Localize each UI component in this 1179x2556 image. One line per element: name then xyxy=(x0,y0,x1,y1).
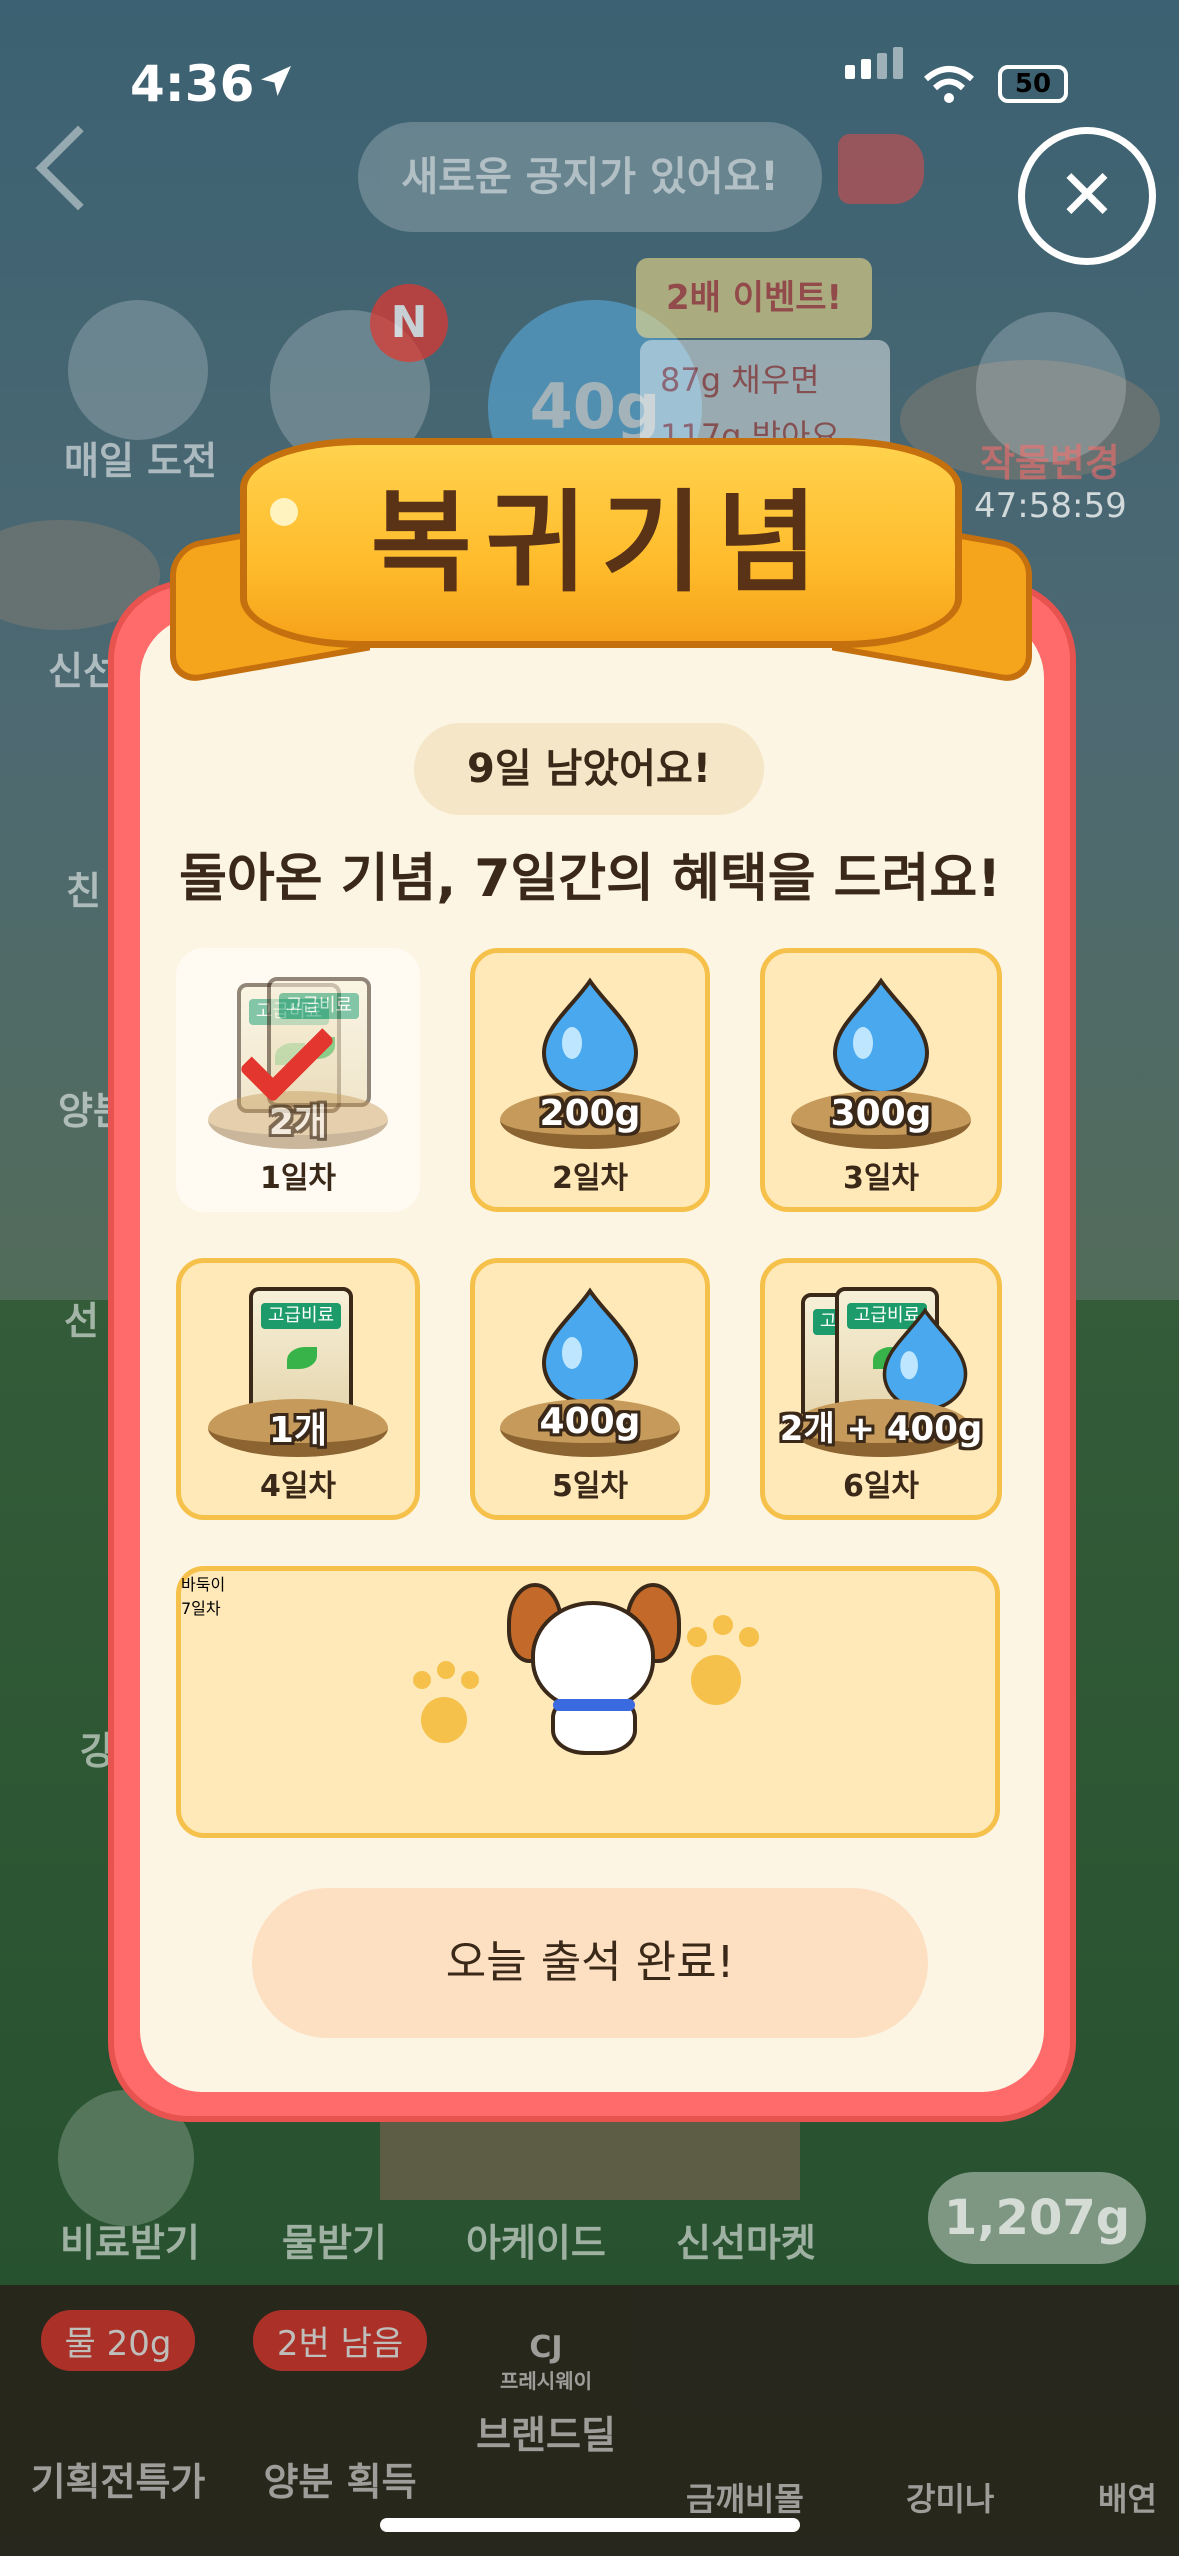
reward-day: 2일차 xyxy=(551,1161,629,1196)
home-indicator xyxy=(380,2518,800,2532)
reward-card-day5: 400g 5일차 xyxy=(470,1258,710,1520)
water-drop-icon xyxy=(541,977,639,1095)
side-label: 선 xyxy=(64,1299,99,1343)
attendance-complete-button[interactable]: 오늘 출석 완료! xyxy=(252,1888,928,2038)
reward-amount: 1개 xyxy=(268,1410,328,1451)
new-badge: N xyxy=(370,284,448,362)
tab-label: 브랜드딜 xyxy=(476,2413,616,2457)
location-arrow-icon xyxy=(261,66,291,96)
reward-amount: 200g xyxy=(539,1093,641,1134)
reward-card-day7: 바둑이 7일차 xyxy=(176,1566,1000,1838)
fertilizer-bag-icon: 고급비료 xyxy=(249,1287,353,1417)
tab-nutrient[interactable]: 2번 남음 양분 획득 xyxy=(240,2310,440,2506)
reward-card-day3: 300g 3일차 xyxy=(760,948,1002,1212)
days-left-badge: 9일 남았어요! xyxy=(414,723,764,815)
paw-toe xyxy=(687,1627,707,1647)
event-title: 2배 이벤트! xyxy=(636,258,872,338)
megaphone-icon[interactable] xyxy=(838,134,924,204)
reward-card-day6: 고급비료 고급비료 2개 + 400g 6일차 xyxy=(760,1258,1002,1520)
dog-collar xyxy=(553,1699,635,1711)
side-label: 친 xyxy=(66,869,101,913)
paw-toe xyxy=(739,1627,759,1647)
reward-day: 1일차 xyxy=(259,1161,337,1196)
reward-amount: 2개 xyxy=(268,1102,328,1143)
battery-icon: 50 xyxy=(998,65,1068,103)
reward-day: 3일차 xyxy=(842,1161,920,1196)
reward-card-day4: 고급비료 1개 4일차 xyxy=(176,1258,420,1520)
tab-label[interactable]: 강미나 xyxy=(906,2474,994,2520)
water-total: 1,207g xyxy=(928,2172,1146,2264)
reward-day: 6일차 xyxy=(842,1469,920,1504)
water-drop-icon xyxy=(832,977,930,1095)
reward-amount: 2개 + 400g xyxy=(779,1409,983,1449)
status-time: 4:36 xyxy=(130,55,255,113)
paw-toe xyxy=(713,1615,733,1635)
reward-amount: 바둑이 xyxy=(181,1575,226,1594)
puppy-icon xyxy=(531,1601,655,1711)
modal-subtitle: 돌아온 기념, 7일간의 혜택을 드려요! xyxy=(179,849,1001,909)
reward-card-day2: 200g 2일차 xyxy=(470,948,710,1212)
paw-toe xyxy=(437,1661,455,1679)
tab-badge: 2번 남음 xyxy=(252,2310,428,2371)
bag-label: 고급비료 xyxy=(261,1303,341,1329)
bottom-action-label[interactable]: 물받기 xyxy=(282,2212,387,2267)
tab-badge: 물 20g xyxy=(40,2310,196,2371)
water-drop-icon xyxy=(541,1287,639,1405)
tab-label: 기획전특가 xyxy=(30,2460,206,2504)
reward-card-day1: 고급비료 고급비료 2개 1일차 xyxy=(176,948,420,1212)
status-bar: 4:36 50 xyxy=(0,47,1179,115)
paw-toe xyxy=(461,1671,479,1689)
reward-amount: 300g xyxy=(830,1093,932,1134)
reward-day: 4일차 xyxy=(259,1469,337,1504)
notice-pill[interactable]: 새로운 공지가 있어요! xyxy=(358,122,822,232)
tab-special-sale[interactable]: 물 20g 기획전특가 xyxy=(28,2310,208,2506)
reward-day: 5일차 xyxy=(551,1469,629,1504)
brand-sub: 프레시웨이 xyxy=(500,2369,592,2393)
tab-label: 양분 획득 xyxy=(263,2460,417,2504)
event-line: 87g 채우면 xyxy=(660,361,820,399)
bottom-action-label[interactable]: 신선마켓 xyxy=(676,2212,816,2267)
brand-logo: CJ xyxy=(529,2330,563,2365)
water-drop-icon xyxy=(882,1307,968,1411)
tab-label[interactable]: 금깨비몰 xyxy=(686,2474,804,2520)
paw-toe xyxy=(413,1671,431,1689)
modal-title: 복귀기념 xyxy=(370,479,832,607)
tab-label[interactable]: 배연 xyxy=(1098,2474,1157,2520)
bottom-action-label[interactable]: 비료받기 xyxy=(60,2212,200,2267)
close-button[interactable]: ✕ xyxy=(1018,127,1156,265)
reward-amount: 400g xyxy=(539,1401,641,1442)
paw-icon xyxy=(691,1655,741,1705)
paw-icon xyxy=(421,1697,467,1743)
wifi-icon xyxy=(924,66,974,103)
title-banner: 복귀기념 xyxy=(170,418,1032,688)
tab-brand-deal[interactable]: CJ 프레시웨이 브랜드딜 xyxy=(456,2330,636,2459)
bottom-action-label[interactable]: 아케이드 xyxy=(466,2212,606,2267)
